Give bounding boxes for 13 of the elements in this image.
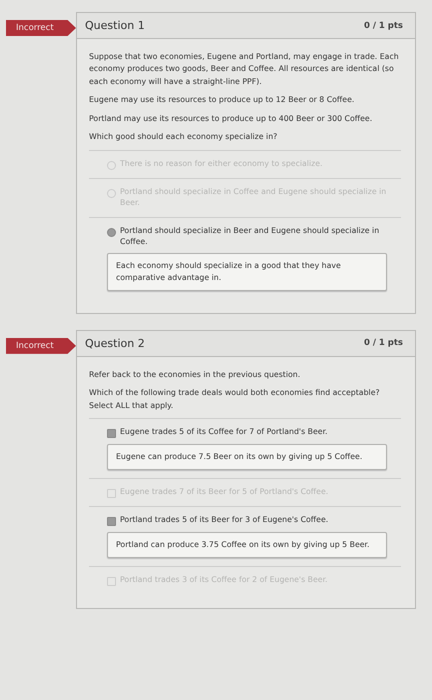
checkbox[interactable] [107, 516, 116, 526]
checkbox[interactable] [107, 576, 116, 586]
question-title: Question 2 [85, 336, 145, 350]
points-label: 0 / 1 pts [364, 338, 403, 348]
radio-button[interactable] [107, 228, 116, 237]
radio-button[interactable] [107, 188, 116, 198]
checkbox[interactable] [107, 488, 116, 498]
points-label: 0 / 1 pts [364, 20, 403, 30]
question-title: Question 1 [85, 19, 145, 32]
checkbox[interactable] [107, 429, 116, 438]
radio-button[interactable] [107, 160, 116, 170]
incorrect-badge: Incorrect [6, 338, 76, 354]
incorrect-badge: Incorrect [6, 20, 76, 36]
